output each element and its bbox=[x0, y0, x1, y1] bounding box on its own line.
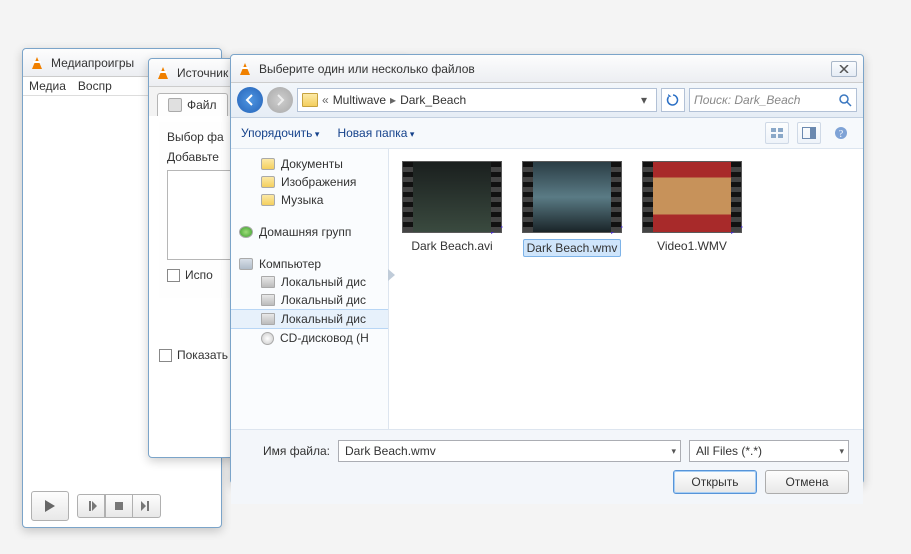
open-button[interactable]: Открыть bbox=[673, 470, 757, 494]
file-dialog-footer: Имя файла: Dark Beach.wmv All Files (*.*… bbox=[231, 429, 863, 504]
main-title: Медиапроигры bbox=[51, 56, 134, 70]
show-checkbox-label: Показать bbox=[177, 348, 228, 362]
show-checkbox[interactable] bbox=[159, 349, 172, 362]
drive-icon bbox=[261, 276, 275, 288]
sidebar-homegroup[interactable]: Домашняя групп bbox=[231, 223, 388, 241]
file-dialog-titlebar: Выберите один или несколько файлов bbox=[231, 55, 863, 83]
chevron-right-icon: ▸ bbox=[390, 93, 396, 107]
sidebar-computer[interactable]: Компьютер bbox=[231, 255, 388, 273]
menu-playback[interactable]: Воспр bbox=[78, 79, 112, 93]
forward-button[interactable] bbox=[267, 87, 293, 113]
sidebar-images[interactable]: Изображения bbox=[231, 173, 388, 191]
file-name: Dark Beach.wmv bbox=[523, 239, 622, 257]
close-button[interactable] bbox=[831, 61, 857, 77]
sidebar-music[interactable]: Музыка bbox=[231, 191, 388, 209]
back-button[interactable] bbox=[237, 87, 263, 113]
file-open-dialog: Выберите один или несколько файлов « Mul… bbox=[230, 54, 864, 484]
video-thumbnail bbox=[642, 161, 742, 233]
play-overlay-icon bbox=[611, 220, 623, 234]
next-button[interactable] bbox=[133, 494, 161, 518]
organize-menu[interactable]: Упорядочить bbox=[241, 126, 319, 140]
file-dialog-body: Документы Изображения Музыка Домашняя гр… bbox=[231, 149, 863, 429]
folder-icon bbox=[302, 93, 318, 107]
chevron-down-icon[interactable]: ▾ bbox=[636, 93, 652, 107]
folder-icon bbox=[261, 176, 275, 188]
file-list-pane[interactable]: Dark Beach.avi Dark Beach.wmv Video1.WMV bbox=[389, 149, 863, 429]
cancel-button[interactable]: Отмена bbox=[765, 470, 849, 494]
player-controls bbox=[31, 491, 161, 521]
file-item-avi[interactable]: Dark Beach.avi bbox=[397, 161, 507, 417]
file-dialog-toolbar: Упорядочить Новая папка ? bbox=[231, 118, 863, 149]
search-input[interactable]: Поиск: Dark_Beach bbox=[689, 88, 857, 112]
filename-input[interactable]: Dark Beach.wmv bbox=[338, 440, 681, 462]
splitter-handle-icon[interactable] bbox=[388, 269, 395, 281]
breadcrumb-multiwave[interactable]: Multiwave bbox=[333, 93, 386, 107]
computer-icon bbox=[239, 258, 253, 270]
sidebar-local-disk-2[interactable]: Локальный дис bbox=[231, 291, 388, 309]
use-checkbox[interactable] bbox=[167, 269, 180, 282]
video-thumbnail bbox=[522, 161, 622, 233]
sidebar-cd-drive[interactable]: CD-дисковод (H bbox=[231, 329, 388, 347]
search-icon bbox=[839, 94, 852, 107]
sidebar-local-disk-3[interactable]: Локальный дис bbox=[231, 309, 388, 329]
play-overlay-icon bbox=[491, 220, 503, 234]
play-button[interactable] bbox=[31, 491, 69, 521]
svg-text:?: ? bbox=[839, 129, 844, 140]
breadcrumb-darkbeach[interactable]: Dark_Beach bbox=[400, 93, 466, 107]
prev-button[interactable] bbox=[77, 494, 105, 518]
cd-icon bbox=[261, 332, 274, 345]
file-item-wmv-selected[interactable]: Dark Beach.wmv bbox=[517, 161, 627, 417]
use-checkbox-label: Испо bbox=[185, 268, 213, 282]
stop-button[interactable] bbox=[105, 494, 133, 518]
help-button[interactable]: ? bbox=[829, 122, 853, 144]
homegroup-icon bbox=[239, 226, 253, 238]
video-thumbnail bbox=[402, 161, 502, 233]
vlc-cone-icon bbox=[237, 61, 253, 77]
file-item-video1[interactable]: Video1.WMV bbox=[637, 161, 747, 417]
navigation-pane: Документы Изображения Музыка Домашняя гр… bbox=[231, 149, 389, 429]
file-icon bbox=[168, 98, 182, 112]
preview-pane-button[interactable] bbox=[797, 122, 821, 144]
new-folder-button[interactable]: Новая папка bbox=[337, 126, 414, 140]
filename-label: Имя файла: bbox=[245, 444, 330, 458]
play-overlay-icon bbox=[731, 220, 743, 234]
file-name: Dark Beach.avi bbox=[411, 239, 492, 253]
address-bar[interactable]: « Multiwave ▸ Dark_Beach ▾ bbox=[297, 88, 657, 112]
file-type-filter[interactable]: All Files (*.*) bbox=[689, 440, 849, 462]
search-placeholder: Поиск: Dark_Beach bbox=[694, 93, 800, 107]
drive-icon bbox=[261, 294, 275, 306]
file-name: Video1.WMV bbox=[657, 239, 727, 253]
view-options-button[interactable] bbox=[765, 122, 789, 144]
sidebar-local-disk-1[interactable]: Локальный дис bbox=[231, 273, 388, 291]
vlc-cone-icon bbox=[29, 55, 45, 71]
menu-media[interactable]: Медиа bbox=[29, 79, 66, 93]
drive-icon bbox=[261, 313, 275, 325]
file-dialog-title: Выберите один или несколько файлов bbox=[259, 62, 475, 76]
navigation-bar: « Multiwave ▸ Dark_Beach ▾ Поиск: Dark_B… bbox=[231, 83, 863, 118]
breadcrumb-prefix: « bbox=[322, 93, 329, 107]
sidebar-documents[interactable]: Документы bbox=[231, 155, 388, 173]
vlc-cone-icon bbox=[155, 65, 171, 81]
folder-icon bbox=[261, 158, 275, 170]
refresh-button[interactable] bbox=[661, 88, 685, 112]
source-title: Источник bbox=[177, 66, 228, 80]
tab-file-label: Файл bbox=[187, 98, 217, 112]
folder-icon bbox=[261, 194, 275, 206]
tab-file[interactable]: Файл bbox=[157, 93, 228, 116]
